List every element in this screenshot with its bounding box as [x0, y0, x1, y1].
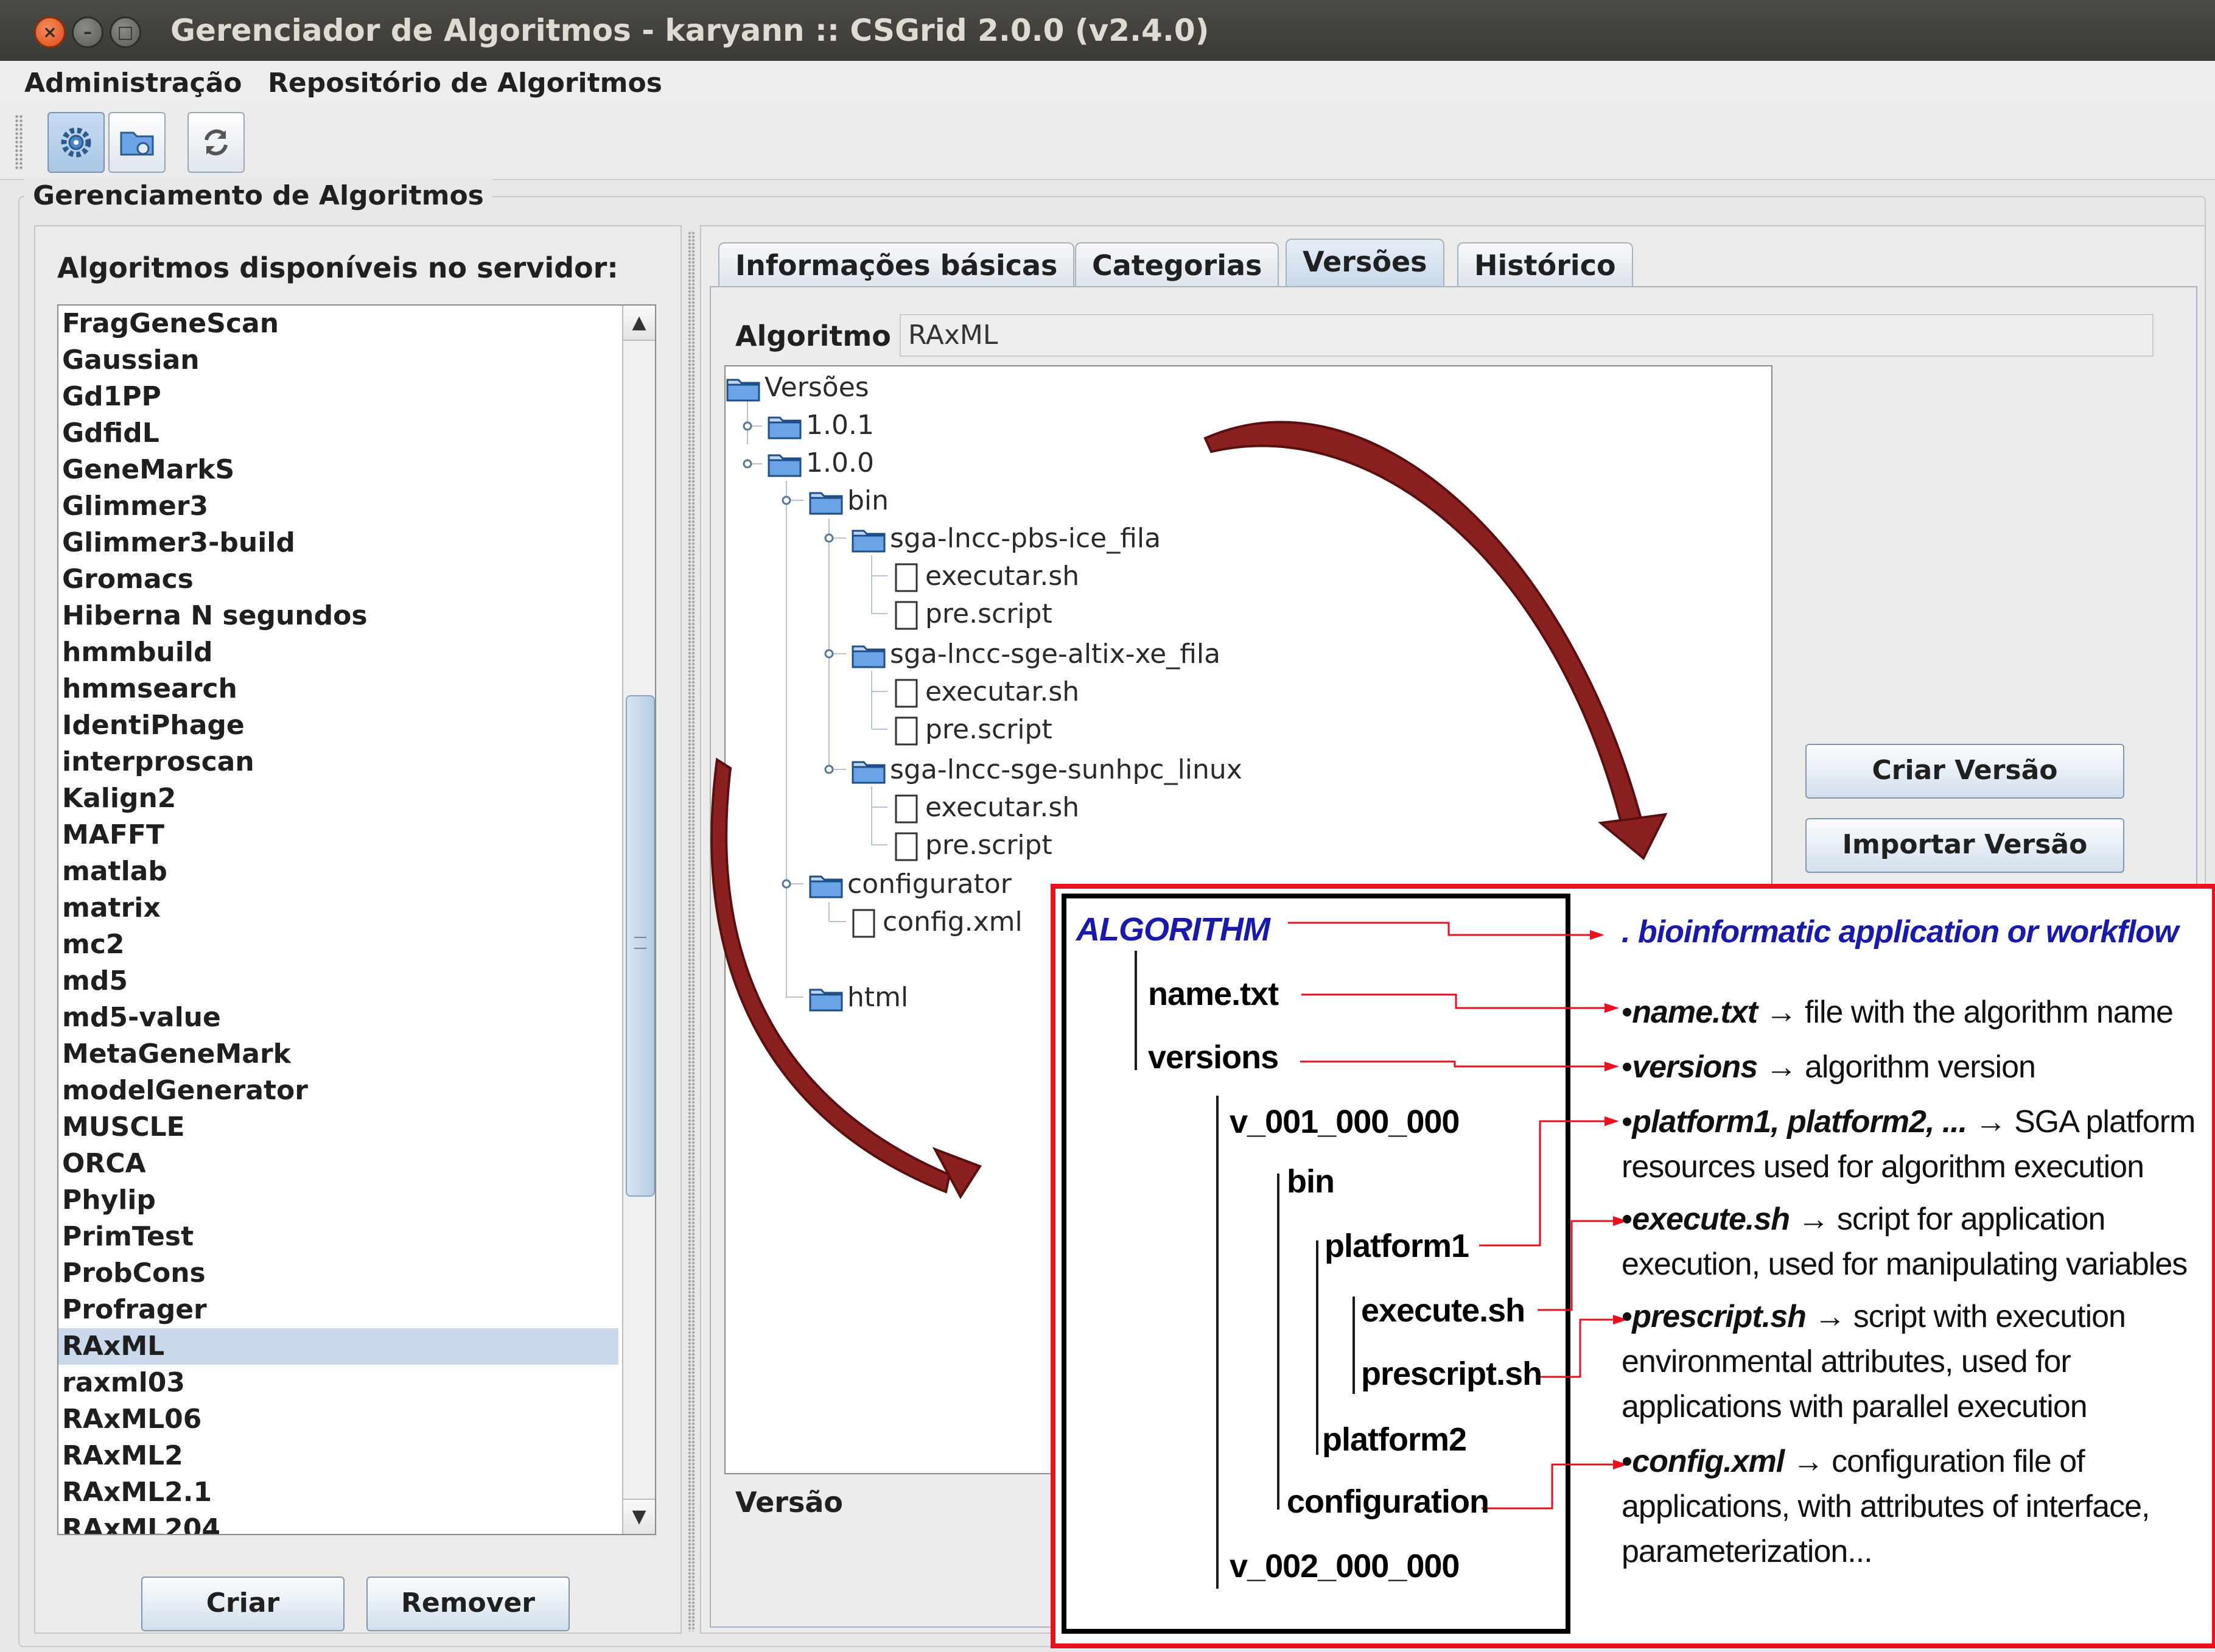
desc-text: → algorithm version: [1757, 1049, 2036, 1085]
desc-text: → file with the algorithm name: [1757, 995, 2174, 1030]
desc-name-txt: •name.txt → file with the algorithm name: [1622, 990, 2174, 1035]
overlay-algorithm: ALGORITHM: [1076, 911, 1270, 948]
desc-prescript: •prescript.sh → script with execution: [1622, 1294, 2126, 1339]
overlay-bin: bin: [1287, 1163, 1335, 1200]
bullet: •: [1622, 1104, 1632, 1139]
desc-term: platform1, platform2, ...: [1632, 1104, 1967, 1139]
overlay-platform2: platform2: [1322, 1421, 1467, 1458]
overlay-name-txt: name.txt: [1148, 976, 1279, 1012]
overlay-prescript: prescript.sh: [1361, 1356, 1542, 1392]
desc-term: versions: [1632, 1049, 1758, 1085]
desc-algorithm: . bioinformatic application or workflow: [1622, 914, 2178, 950]
desc-prescript-line2: environmental attributes, used for: [1622, 1344, 2071, 1379]
overlay-execute: execute.sh: [1361, 1292, 1525, 1329]
desc-platform-line2: resources used for algorithm execution: [1622, 1149, 2144, 1185]
curved-arrow-icon: [710, 421, 1668, 1199]
desc-config-line3: parameterization...: [1622, 1534, 1873, 1569]
overlay-configuration: configuration: [1287, 1483, 1489, 1520]
overlay-platform1: platform1: [1324, 1228, 1469, 1264]
desc-platform: •platform1, platform2, ... → SGA platfor…: [1622, 1099, 2196, 1144]
desc-term: prescript.sh: [1632, 1299, 1807, 1334]
bullet: •: [1622, 1202, 1632, 1237]
desc-versions: •versions → algorithm version: [1622, 1045, 2036, 1090]
desc-execute-line2: execution, used for manipulating variabl…: [1622, 1247, 2188, 1282]
desc-text: → SGA platform: [1967, 1104, 2196, 1139]
desc-execute: •execute.sh → script for application: [1622, 1197, 2105, 1242]
desc-prescript-line3: applications with parallel execution: [1622, 1389, 2088, 1424]
overlay-v2: v_002_000_000: [1230, 1548, 1460, 1584]
overlay-versions: versions: [1148, 1039, 1279, 1076]
desc-text: → script with execution: [1805, 1299, 2126, 1334]
bullet: •: [1622, 1299, 1632, 1334]
overlay-v1: v_001_000_000: [1230, 1104, 1460, 1140]
desc-text: → configuration file of: [1784, 1444, 2085, 1479]
desc-config-line2: applications, with attributes of interfa…: [1622, 1489, 2150, 1524]
app-window: × – □ Gerenciador de Algoritmos - karyan…: [0, 0, 2215, 1652]
desc-term: execute.sh: [1632, 1202, 1790, 1237]
desc-text: → script for application: [1790, 1202, 2105, 1237]
desc-config: •config.xml → configuration file of: [1622, 1439, 2085, 1484]
desc-term: name.txt: [1632, 995, 1758, 1030]
bullet: •: [1622, 1444, 1632, 1479]
desc-term: config.xml: [1632, 1444, 1785, 1479]
bullet: •: [1622, 995, 1632, 1030]
bullet: •: [1622, 1049, 1632, 1085]
